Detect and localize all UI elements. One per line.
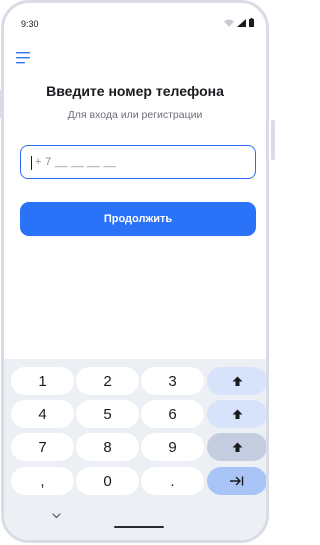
key-1[interactable]: 1 <box>11 367 74 395</box>
chevron-down-icon[interactable] <box>52 513 61 519</box>
hamburger-menu-icon[interactable] <box>16 51 32 65</box>
shift-key[interactable] <box>207 400 266 428</box>
phone-frame: 9:30 Введите номер телефона Для входа ил… <box>1 0 269 543</box>
power-button <box>271 120 275 160</box>
key-7[interactable]: 7 <box>11 433 74 461</box>
tab-key[interactable] <box>207 467 266 495</box>
phone-input[interactable]: + 7 __ __ __ __ <box>20 145 256 179</box>
shift-key[interactable] <box>207 433 266 461</box>
home-indicator[interactable] <box>114 526 164 528</box>
key-3[interactable]: 3 <box>141 367 204 395</box>
shift-icon <box>232 442 242 452</box>
page-title: Введите номер телефона <box>46 83 224 99</box>
status-icons <box>224 18 254 27</box>
key-4[interactable]: 4 <box>11 400 74 428</box>
key-6[interactable]: 6 <box>141 400 204 428</box>
wifi-icon <box>224 19 234 27</box>
status-bar: 9:30 <box>4 3 266 37</box>
numeric-keyboard: 1 2 3 4 5 6 7 8 9 , 0 . <box>4 359 266 540</box>
key-comma[interactable]: , <box>11 467 74 495</box>
page-subtitle: Для входа или регистрации <box>67 109 203 121</box>
key-0[interactable]: 0 <box>76 467 139 495</box>
phone-input-value: + 7 __ __ __ __ <box>35 156 117 168</box>
shift-icon <box>232 376 242 386</box>
continue-button[interactable]: Продолжить <box>20 202 256 236</box>
tab-icon <box>230 476 244 486</box>
shift-icon <box>232 409 242 419</box>
text-cursor <box>31 156 32 170</box>
key-5[interactable]: 5 <box>76 400 139 428</box>
key-9[interactable]: 9 <box>141 433 204 461</box>
key-8[interactable]: 8 <box>76 433 139 461</box>
battery-icon <box>249 18 254 27</box>
key-2[interactable]: 2 <box>76 367 139 395</box>
status-time: 9:30 <box>21 19 39 29</box>
shift-key[interactable] <box>207 367 266 395</box>
key-period[interactable]: . <box>141 467 204 495</box>
signal-icon <box>237 18 246 27</box>
